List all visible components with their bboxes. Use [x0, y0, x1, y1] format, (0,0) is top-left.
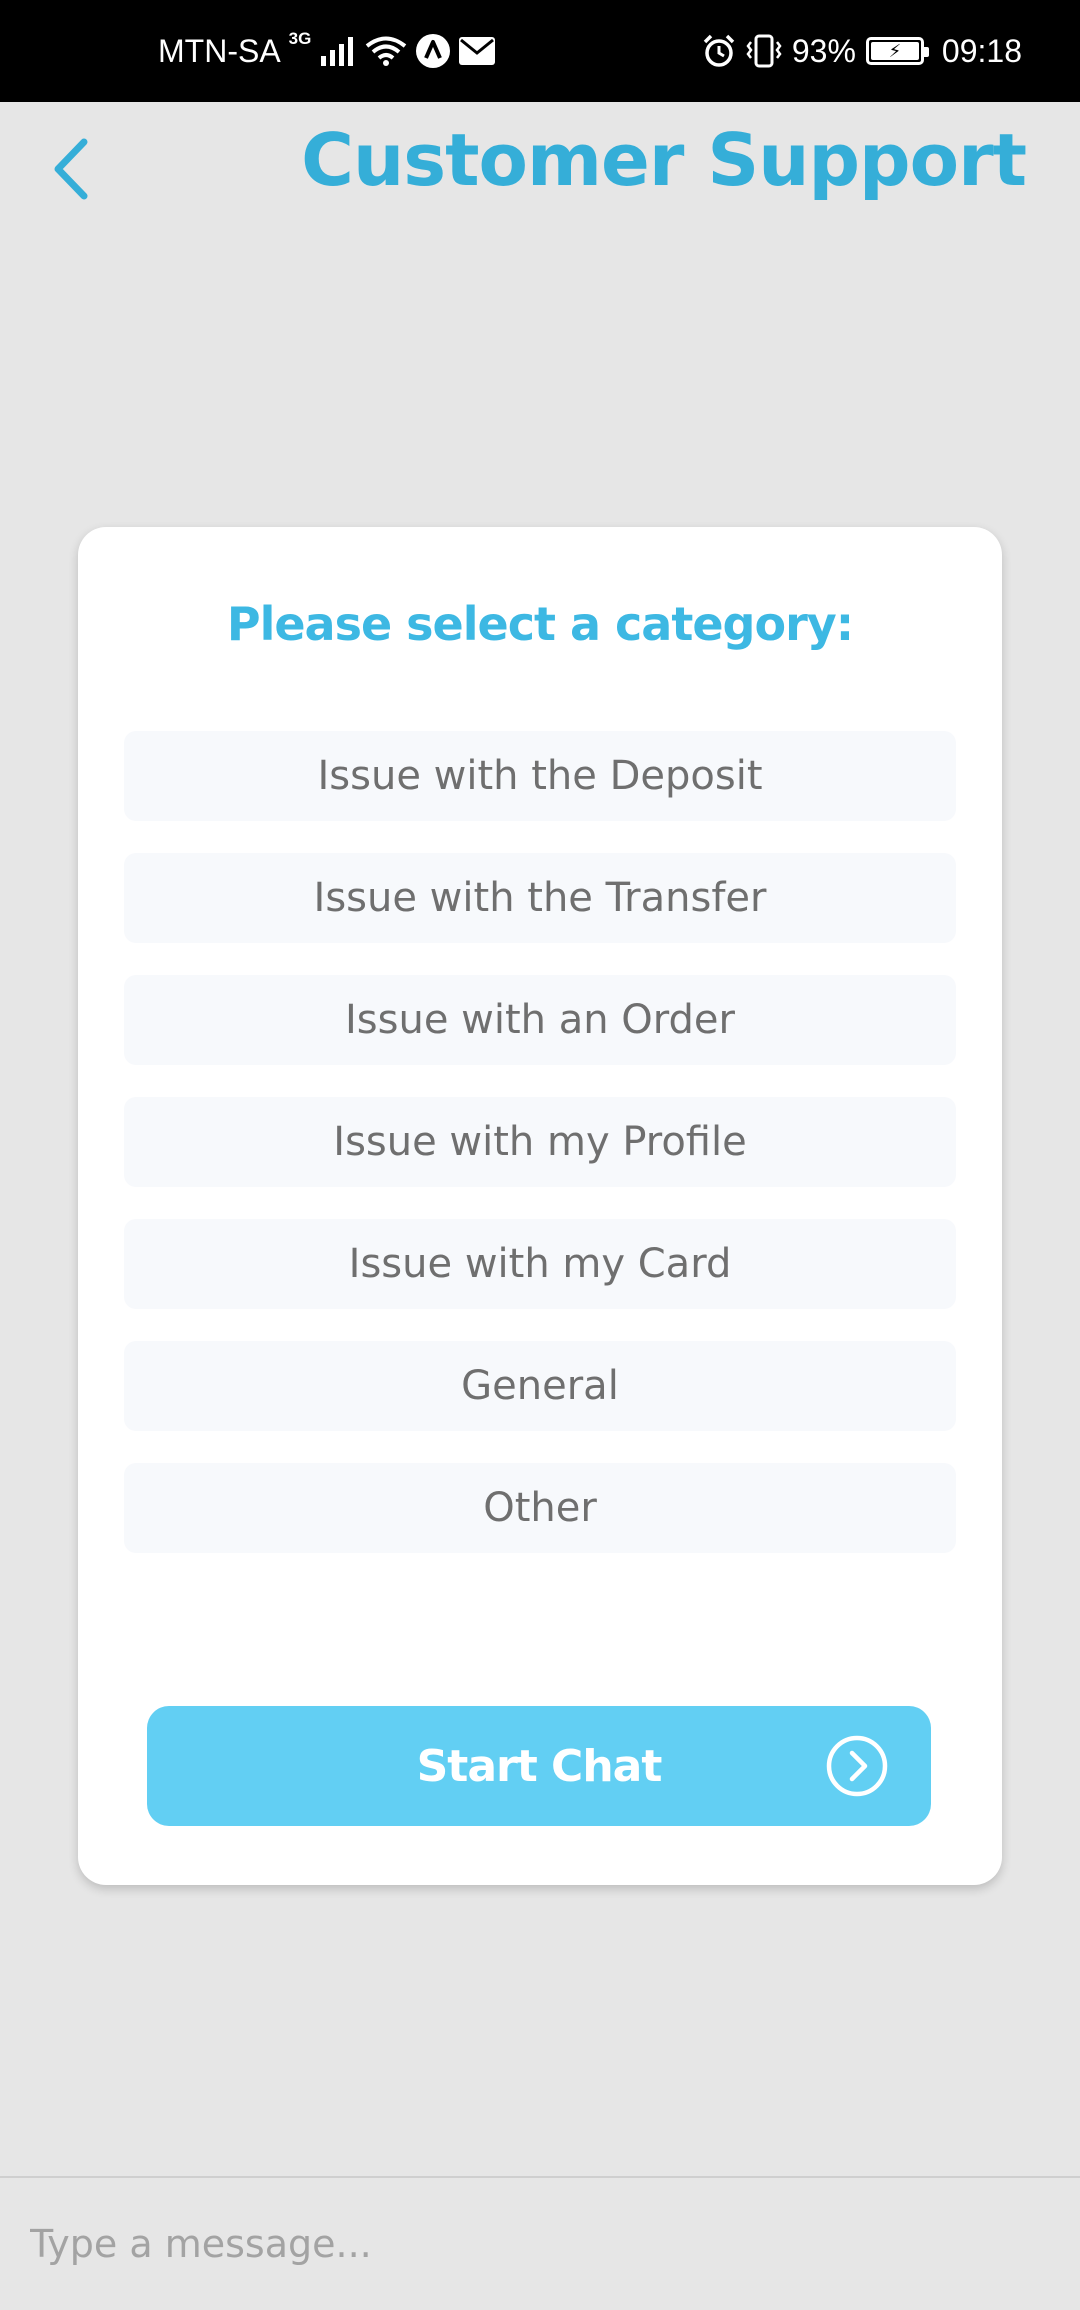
- app-header: Customer Support: [0, 102, 1080, 232]
- status-left: MTN-SA 3G: [158, 0, 496, 102]
- category-item-profile[interactable]: Issue with my Profile: [124, 1097, 956, 1187]
- wifi-icon: [365, 35, 407, 67]
- app-notification-icon: [415, 33, 451, 69]
- message-input[interactable]: [30, 2212, 1030, 2276]
- status-bar: MTN-SA 3G 93% ⚡ 09:18: [0, 0, 1080, 102]
- clock-time: 09:18: [941, 32, 1022, 69]
- category-item-other[interactable]: Other: [124, 1463, 956, 1553]
- mail-icon: [459, 37, 496, 65]
- message-composer: [0, 2176, 1080, 2310]
- battery-charging-icon: ⚡: [865, 37, 929, 65]
- chevron-left-icon: [54, 138, 88, 200]
- vibrate-icon: [746, 34, 782, 68]
- carrier-name: MTN-SA: [158, 32, 281, 69]
- battery-percent: 93%: [791, 32, 856, 69]
- start-chat-button[interactable]: Start Chat: [147, 1706, 931, 1826]
- page-title: Customer Support: [301, 118, 1027, 202]
- chevron-right-circle-icon: [826, 1735, 888, 1797]
- category-item-deposit[interactable]: Issue with the Deposit: [124, 731, 956, 821]
- category-list: Issue with the Deposit Issue with the Tr…: [124, 731, 956, 1585]
- network-type: 3G: [288, 29, 312, 48]
- back-button[interactable]: [40, 134, 100, 204]
- status-right: 93% ⚡ 09:18: [702, 0, 1022, 102]
- card-title: Please select a category:: [226, 597, 854, 651]
- start-chat-label: Start Chat: [416, 1740, 663, 1792]
- category-item-card[interactable]: Issue with my Card: [124, 1219, 956, 1309]
- category-item-general[interactable]: General: [124, 1341, 956, 1431]
- category-item-transfer[interactable]: Issue with the Transfer: [124, 853, 956, 943]
- signal-icon: [321, 36, 357, 66]
- alarm-icon: [702, 34, 736, 68]
- category-card: Please select a category: Issue with the…: [78, 527, 1002, 1885]
- category-item-order[interactable]: Issue with an Order: [124, 975, 956, 1065]
